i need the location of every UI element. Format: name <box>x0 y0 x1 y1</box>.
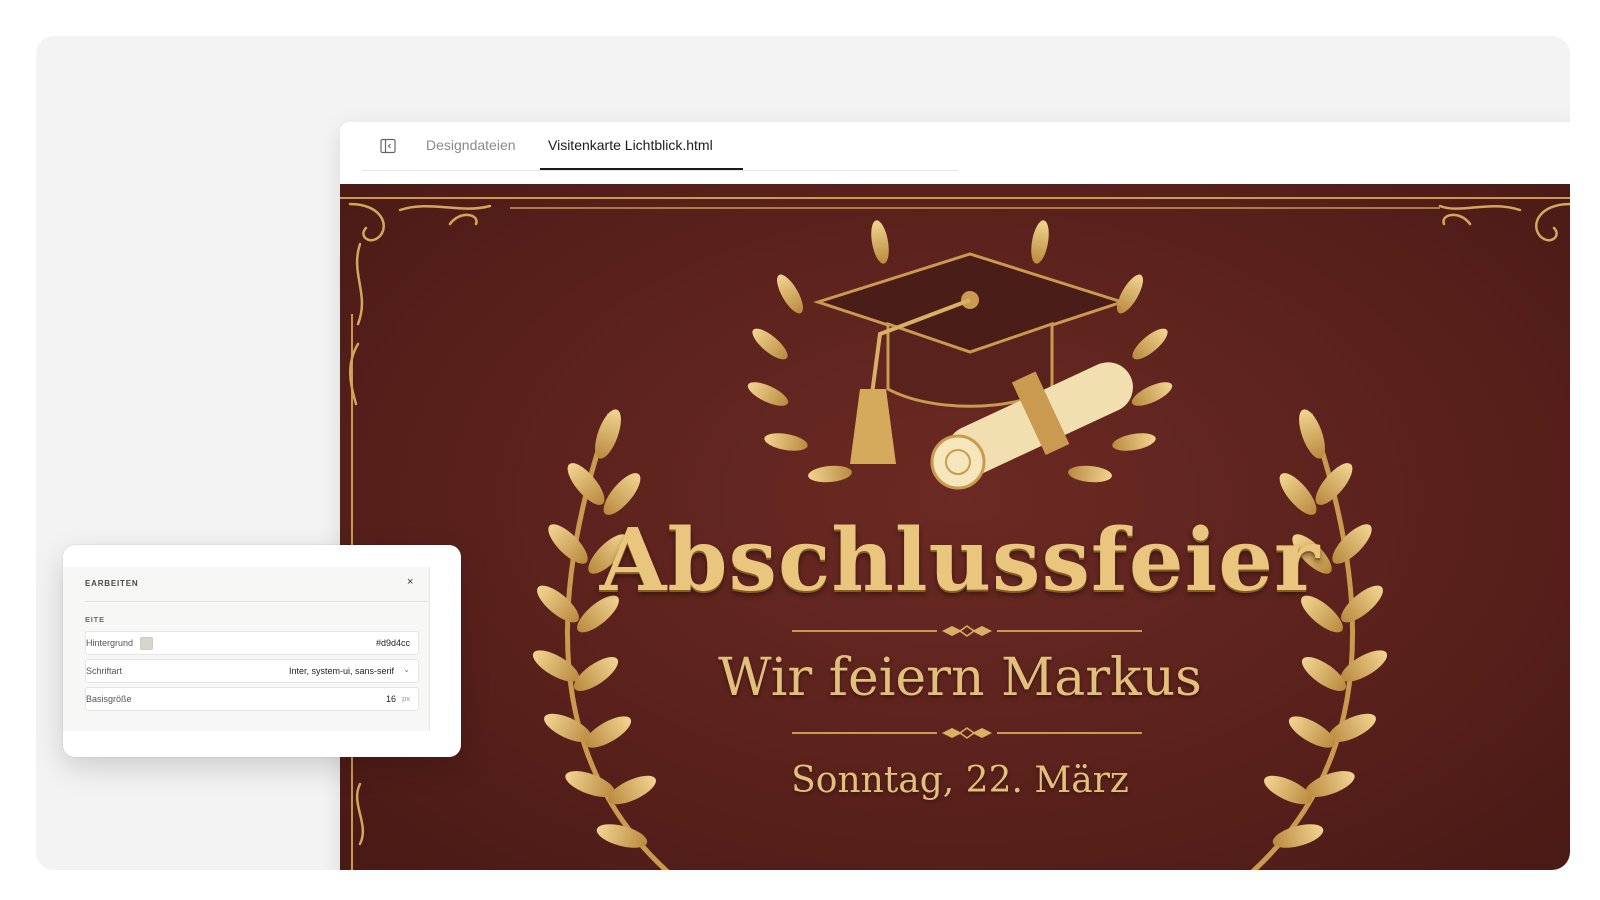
background-value[interactable]: #d9d4cc <box>376 638 410 648</box>
tab-strip: Designdateien Visitenkarte Lichtblick.ht… <box>362 122 958 171</box>
editor-panel-body: EARBEITEN × EITE Hintergrund #d9d4cc Sch… <box>63 567 430 731</box>
editor-window: Designdateien Visitenkarte Lichtblick.ht… <box>340 122 1570 870</box>
diploma-scroll-icon <box>930 362 1133 490</box>
top-wreath <box>747 220 1173 483</box>
base-size-label: Basisgröße <box>86 694 132 704</box>
card-date[interactable]: Sonntag, 22. März <box>340 760 1570 801</box>
background-field[interactable]: Hintergrund #d9d4cc <box>85 631 419 655</box>
tab-designdateien[interactable]: Designdateien <box>426 122 516 169</box>
divider <box>85 601 429 602</box>
font-label: Schriftart <box>86 666 123 676</box>
card-title[interactable]: Abschlussfeier <box>340 510 1570 611</box>
tab-visitenkarte[interactable]: Visitenkarte Lichtblick.html <box>540 122 743 170</box>
section-label: EITE <box>85 615 105 624</box>
invitation-card-preview: Abschlussfeier Wir feiern Markus Sonntag… <box>340 184 1570 870</box>
close-icon[interactable]: × <box>407 576 413 588</box>
graduation-cap-icon <box>813 252 1127 464</box>
base-size-value[interactable]: 16 <box>386 694 396 704</box>
base-size-unit: px <box>402 694 410 703</box>
sidebar-toggle-icon[interactable] <box>378 136 398 156</box>
color-swatch[interactable] <box>140 637 153 650</box>
ornament-divider-top <box>792 625 1142 637</box>
style-editor-panel: EARBEITEN × EITE Hintergrund #d9d4cc Sch… <box>63 545 461 757</box>
chevron-down-icon[interactable]: ⌄ <box>403 665 410 674</box>
font-value[interactable]: Inter, system-ui, sans-serif <box>289 666 394 676</box>
card-subtitle[interactable]: Wir feiern Markus <box>340 648 1570 708</box>
tab-bar: Designdateien Visitenkarte Lichtblick.ht… <box>340 122 1570 184</box>
font-select[interactable]: Schriftart Inter, system-ui, sans-serif … <box>85 659 419 683</box>
editor-panel-title: EARBEITEN <box>85 579 139 588</box>
ornament-divider-bottom <box>792 727 1142 739</box>
base-size-field[interactable]: Basisgröße 16 px <box>85 687 419 711</box>
background-label: Hintergrund <box>86 638 134 648</box>
